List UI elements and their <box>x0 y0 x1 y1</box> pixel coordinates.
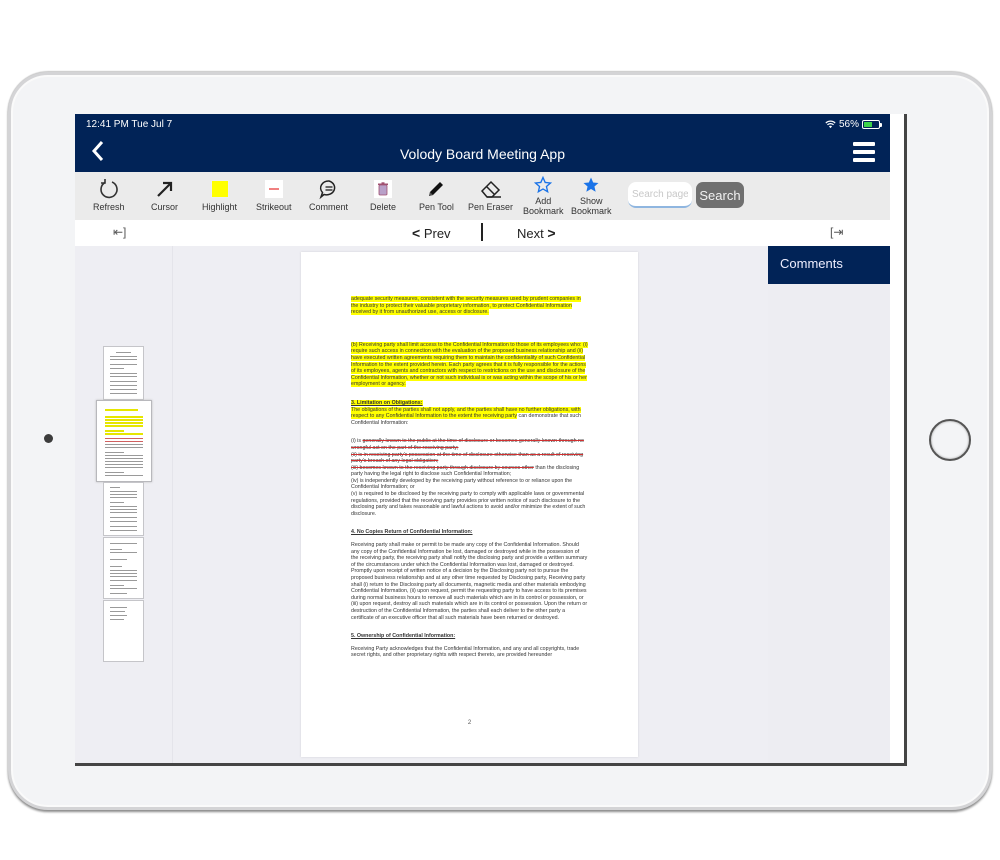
highlight-swatch-icon <box>210 180 229 198</box>
pen-tool-label: Pen Tool <box>419 202 454 212</box>
collapse-thumbnails-button[interactable]: ⇤] <box>113 225 126 239</box>
screen-edge <box>890 114 904 763</box>
page-thumbnail-3[interactable] <box>103 482 144 536</box>
page-thumbnail-2-selected[interactable] <box>96 400 152 482</box>
item-i-prefix: (i) is <box>351 438 363 445</box>
thumbnail-sidebar <box>75 246 173 763</box>
paragraph-2: (b) Receiving party shall limit access t… <box>351 341 588 388</box>
app-title: Volody Board Meeting App <box>399 146 565 162</box>
section-4: 4. No Copies Return of Confidential Info… <box>351 529 588 621</box>
strikeout-text: (ii) is in receiving party's possession … <box>351 451 584 465</box>
search-button[interactable]: Search <box>696 182 744 208</box>
comments-header: Comments <box>768 246 890 284</box>
cursor-label: Cursor <box>151 202 179 212</box>
refresh-label: Refresh <box>93 202 125 212</box>
section-3-heading: 3. Limitation on Obligations: <box>351 399 423 406</box>
page-number: 2 <box>467 720 472 726</box>
document-page[interactable]: adequate security measures, consistent w… <box>301 252 638 757</box>
strikeout-swatch-icon <box>264 180 283 198</box>
star-outline-icon <box>534 176 553 194</box>
highlight-button[interactable]: Highlight <box>202 176 237 212</box>
cursor-button[interactable]: Cursor <box>151 176 178 212</box>
pen-eraser-button[interactable]: Pen Eraser <box>468 176 513 212</box>
document-viewer[interactable]: adequate security measures, consistent w… <box>174 246 768 763</box>
comment-button[interactable]: Comment <box>309 176 348 212</box>
pen-eraser-label: Pen Eraser <box>468 202 514 212</box>
strikeout-button[interactable]: Strikeout <box>256 176 292 212</box>
page-thumbnail-4[interactable] <box>103 537 144 599</box>
delete-label: Delete <box>370 202 397 212</box>
page-content: adequate security measures, consistent w… <box>351 296 588 659</box>
strikeout-label: Strikeout <box>256 202 292 212</box>
limitation-items: (i) is generally known to the public at … <box>351 438 588 517</box>
annotation-toolbar: Refresh Cursor Highlight Strikeout Comme… <box>75 172 890 220</box>
refresh-button[interactable]: Refresh <box>93 176 125 212</box>
chevron-left-icon: < <box>412 225 421 241</box>
next-page-button[interactable]: Next > <box>517 225 556 241</box>
strikeout-text: generally known to the public at the tim… <box>351 438 584 451</box>
nav-divider <box>481 223 483 241</box>
show-bookmark-label-2: Bookmark <box>571 206 612 216</box>
add-bookmark-label-2: Bookmark <box>523 206 564 216</box>
comment-label: Comment <box>309 202 349 212</box>
item-v: (v) is required to be disclosed by the r… <box>351 491 586 517</box>
next-label: Next <box>517 226 544 241</box>
page-thumbnail-1[interactable] <box>103 346 144 400</box>
expand-comments-button[interactable]: [⇥ <box>830 225 843 239</box>
chevron-right-icon: > <box>547 225 556 241</box>
prev-page-button[interactable]: < Prev <box>412 225 451 241</box>
page-navigation-bar: ⇤] < Prev Next > [⇥ <box>75 220 890 246</box>
star-filled-icon <box>583 177 599 192</box>
highlighted-text: adequate security measures, consistent w… <box>351 296 581 316</box>
highlighted-text: (b) Receiving party shall limit access t… <box>351 341 588 388</box>
refresh-icon <box>99 179 118 199</box>
menu-bar <box>853 142 875 146</box>
show-bookmark-button[interactable]: Show Bookmark <box>571 174 612 216</box>
comments-panel: Comments <box>768 246 890 763</box>
trash-icon <box>378 182 388 196</box>
section-5-heading: 5. Ownership of Confidential Information… <box>351 633 456 640</box>
section-3: 3. Limitation on Obligations: The obliga… <box>351 399 588 426</box>
home-button[interactable] <box>929 419 971 461</box>
app-screen: 12:41 PM Tue Jul 7 56% Volody Board Meet… <box>75 114 907 766</box>
pencil-icon <box>429 182 444 196</box>
add-bookmark-label-1: Add <box>535 196 552 206</box>
wifi-icon <box>825 120 836 129</box>
section-4-heading: 4. No Copies Return of Confidential Info… <box>351 529 473 536</box>
status-time: 12:41 PM Tue Jul 7 <box>86 119 173 130</box>
body-text: Receiving party shall make or permit to … <box>351 542 588 621</box>
status-indicators: 56% <box>825 119 882 130</box>
paragraph-1: adequate security measures, consistent w… <box>351 296 588 316</box>
eraser-icon <box>480 180 501 198</box>
highlight-label: Highlight <box>202 202 238 212</box>
battery-level <box>864 122 872 127</box>
arrow-cursor-icon <box>156 181 172 197</box>
speech-bubble-icon <box>318 180 335 200</box>
pen-tool-button[interactable]: Pen Tool <box>419 176 454 212</box>
strikeout-text: (iii) becomes known to the receiving par… <box>351 464 534 471</box>
item-iv: (iv) is independently developed by the r… <box>351 477 573 491</box>
prev-label: Prev <box>423 226 451 241</box>
show-bookmark-label-1: Show <box>580 196 603 206</box>
battery-percent: 56% <box>838 119 859 130</box>
menu-bar <box>853 158 875 162</box>
add-bookmark-button[interactable]: Add Bookmark <box>523 174 564 216</box>
menu-bar <box>853 150 875 154</box>
front-camera <box>44 434 53 443</box>
hamburger-menu-button[interactable] <box>853 142 875 162</box>
section-5: 5. Ownership of Confidential Information… <box>351 633 588 659</box>
body-text: Receiving Party acknowledges that the Co… <box>351 645 580 659</box>
page-thumbnail-5[interactable] <box>103 600 144 662</box>
search-page-input[interactable] <box>628 182 692 208</box>
app-header: 12:41 PM Tue Jul 7 56% Volody Board Meet… <box>75 114 890 172</box>
battery-icon <box>862 120 882 129</box>
delete-button[interactable]: Delete <box>370 176 396 212</box>
